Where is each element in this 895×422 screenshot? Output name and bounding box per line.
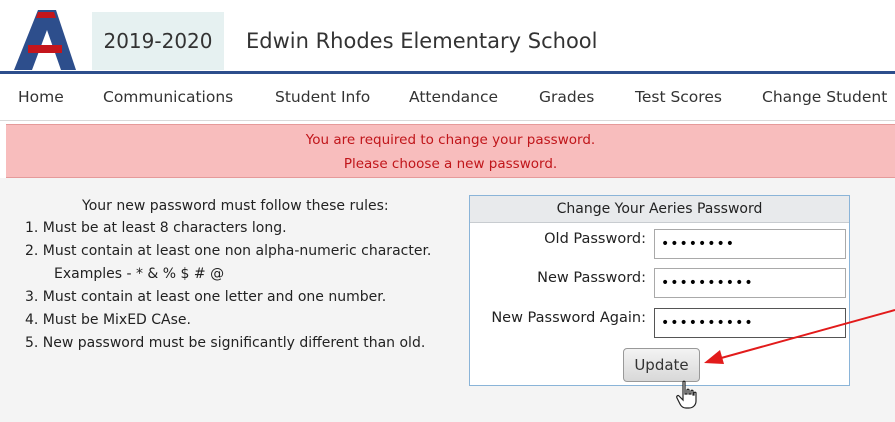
nav-home[interactable]: Home: [18, 88, 64, 106]
update-button[interactable]: Update: [623, 348, 700, 382]
alert-line-1: You are required to change your password…: [305, 132, 596, 148]
nav-divider: [0, 120, 895, 121]
new-password-again-label: New Password Again:: [491, 310, 646, 326]
school-year[interactable]: 2019-2020: [92, 12, 224, 70]
rule-item: 3. Must contain at least one letter and …: [25, 289, 387, 305]
new-password-label: New Password:: [537, 270, 646, 286]
main-nav: Home Communications Student Info Attenda…: [0, 74, 895, 120]
rule-examples: Examples - * & % $ # @: [54, 266, 225, 282]
old-password-label: Old Password:: [544, 231, 646, 247]
aeries-a-logo-icon[interactable]: [14, 10, 76, 70]
school-name: Edwin Rhodes Elementary School: [246, 29, 598, 53]
rule-item: 5. New password must be significantly di…: [25, 335, 426, 351]
nav-communications[interactable]: Communications: [103, 88, 233, 106]
nav-grades[interactable]: Grades: [539, 88, 594, 106]
header: 2019-2020 Edwin Rhodes Elementary School: [0, 0, 895, 72]
nav-student-info[interactable]: Student Info: [275, 88, 370, 106]
rule-item: 1. Must be at least 8 characters long.: [25, 220, 287, 236]
alert-line-2: Please choose a new password.: [343, 156, 558, 172]
new-password-input[interactable]: ••••••••••: [654, 268, 846, 298]
password-change-alert: You are required to change your password…: [6, 124, 895, 178]
rule-item: 4. Must be MixED CAse.: [25, 312, 191, 328]
old-password-input[interactable]: ••••••••: [654, 229, 846, 259]
rule-item: 2. Must contain at least one non alpha-n…: [25, 243, 432, 259]
nav-change-student[interactable]: Change Student: [762, 88, 887, 106]
hand-pointer-cursor-icon: [676, 380, 697, 409]
nav-test-scores[interactable]: Test Scores: [635, 88, 722, 106]
rules-heading: Your new password must follow these rule…: [82, 198, 389, 214]
annotation-arrow-icon: [704, 309, 895, 364]
nav-attendance[interactable]: Attendance: [409, 88, 498, 106]
panel-title: Change Your Aeries Password: [470, 196, 849, 223]
